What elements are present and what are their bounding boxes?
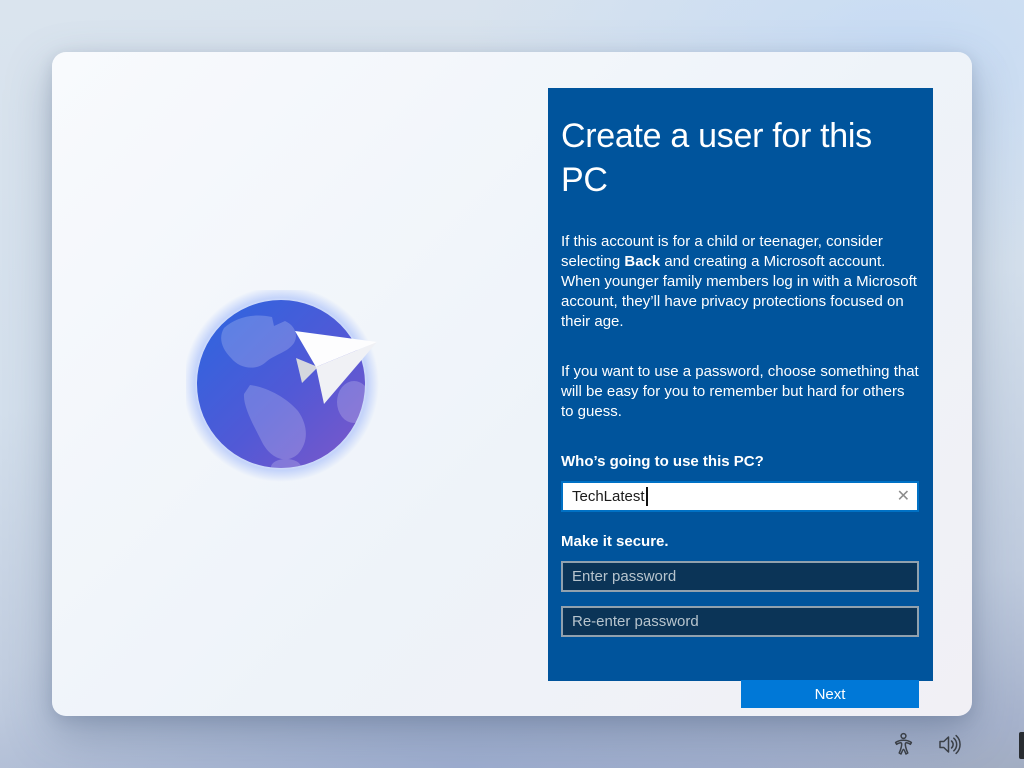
intro-paragraph: If this account is for a child or teenag… xyxy=(561,232,919,332)
reenter-password-input[interactable] xyxy=(561,606,919,637)
accessibility-icon[interactable] xyxy=(892,732,915,757)
password-hint-paragraph: If you want to use a password, choose so… xyxy=(561,362,919,422)
page-title: Create a user for this PC xyxy=(561,114,919,202)
clear-text-icon[interactable]: ✕ xyxy=(897,489,910,505)
username-input[interactable] xyxy=(561,481,919,512)
secure-label: Make it secure. xyxy=(561,532,919,552)
username-textbox[interactable]: ✕ xyxy=(561,481,919,512)
username-label: Who’s going to use this PC? xyxy=(561,452,919,472)
globe-plane-logo xyxy=(186,290,392,486)
globe-icon xyxy=(186,290,392,486)
create-user-panel: Create a user for this PC If this accoun… xyxy=(548,88,933,681)
next-button[interactable]: Next xyxy=(741,680,919,708)
setup-card: Create a user for this PC If this accoun… xyxy=(52,52,972,716)
footer-system-tray xyxy=(892,732,963,757)
intro-text-back-bold: Back xyxy=(624,253,660,270)
text-caret xyxy=(646,487,648,506)
screen-edge-element xyxy=(1019,732,1024,759)
volume-icon[interactable] xyxy=(937,733,963,756)
password-input[interactable] xyxy=(561,561,919,592)
